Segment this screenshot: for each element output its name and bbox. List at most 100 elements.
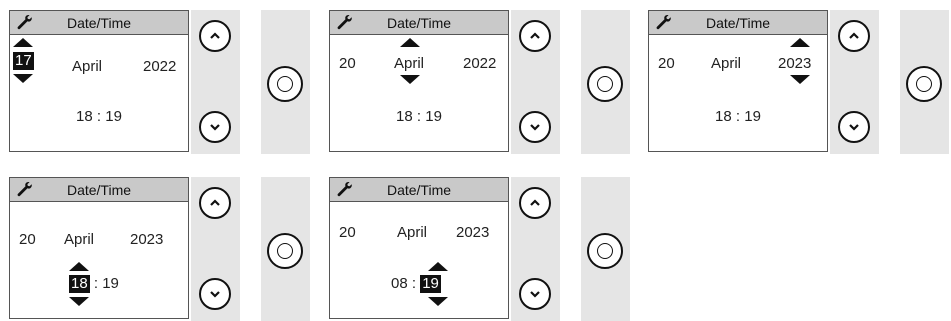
chevron-up-icon xyxy=(530,32,540,39)
ok-button[interactable] xyxy=(267,66,303,102)
time-separator: : xyxy=(96,108,102,125)
time-display: 18 : 19 xyxy=(69,275,119,293)
hour-down-indicator xyxy=(69,297,89,306)
time-separator: : xyxy=(93,275,99,292)
screen-title: Date/Time xyxy=(386,15,452,31)
year-value: 2022 xyxy=(143,58,177,75)
month-value: April xyxy=(64,231,95,248)
datetime-step-1: Date/Time 17 April 2022 18 : 19 xyxy=(9,10,310,154)
screen-title: Date/Time xyxy=(705,15,771,31)
selected-hour: 18 xyxy=(69,275,90,293)
display-screen: Date/Time 17 April 2022 18 : 19 xyxy=(9,10,189,152)
ok-panel xyxy=(261,10,310,154)
minute-value: 19 xyxy=(425,108,442,125)
title-bar: Date/Time xyxy=(10,11,188,35)
year-up-indicator xyxy=(790,38,810,47)
down-button[interactable] xyxy=(199,111,231,143)
time-separator: : xyxy=(735,108,741,125)
datetime-step-3: Date/Time 20 April 2023 18 : 19 xyxy=(648,10,949,154)
chevron-down-icon xyxy=(849,124,859,131)
month-value: April xyxy=(394,55,425,72)
ok-button[interactable] xyxy=(587,66,623,102)
ok-circle-icon xyxy=(277,243,293,259)
minute-value: 19 xyxy=(744,108,761,125)
navigation-panel xyxy=(830,10,879,154)
chevron-down-icon xyxy=(530,124,540,131)
month-value: April xyxy=(397,224,428,241)
ok-panel xyxy=(261,177,310,321)
minute-value: 19 xyxy=(102,275,119,292)
time-display: 18 : 19 xyxy=(10,108,188,125)
up-button[interactable] xyxy=(519,187,551,219)
time-separator: : xyxy=(411,275,417,292)
ok-circle-icon xyxy=(277,76,293,92)
display-screen: Date/Time 20 April 2022 18 : 19 xyxy=(329,10,509,152)
ok-button[interactable] xyxy=(267,233,303,269)
down-button[interactable] xyxy=(519,278,551,310)
time-display: 18 : 19 xyxy=(649,108,827,125)
year-value: 2023 xyxy=(130,231,164,248)
display-screen: Date/Time 20 April 2023 18 : 19 xyxy=(9,177,189,319)
year-value: 2023 xyxy=(778,55,812,72)
year-down-indicator xyxy=(790,75,810,84)
down-button[interactable] xyxy=(519,111,551,143)
chevron-up-icon xyxy=(210,199,220,206)
day-value: 20 xyxy=(339,55,356,72)
time-display: 08 : 19 xyxy=(391,275,441,293)
year-value: 2022 xyxy=(463,55,497,72)
navigation-panel xyxy=(191,10,240,154)
day-value: 20 xyxy=(658,55,675,72)
month-value: April xyxy=(72,58,103,75)
chevron-up-icon xyxy=(530,199,540,206)
display-screen: Date/Time 20 April 2023 18 : 19 xyxy=(648,10,828,152)
screen-title: Date/Time xyxy=(66,15,132,31)
chevron-down-icon xyxy=(210,291,220,298)
day-up-indicator xyxy=(13,38,33,47)
title-bar: Date/Time xyxy=(330,11,508,35)
datetime-step-4: Date/Time 20 April 2023 18 : 19 xyxy=(9,177,310,321)
hour-value: 08 xyxy=(391,275,408,292)
ok-panel xyxy=(581,10,630,154)
day-down-indicator xyxy=(13,74,33,83)
chevron-up-icon xyxy=(210,32,220,39)
hour-value: 18 xyxy=(715,108,732,125)
down-button[interactable] xyxy=(838,111,870,143)
down-button[interactable] xyxy=(199,278,231,310)
navigation-panel xyxy=(191,177,240,321)
title-bar: Date/Time xyxy=(330,178,508,202)
datetime-step-2: Date/Time 20 April 2022 18 : 19 xyxy=(329,10,630,154)
screen-title: Date/Time xyxy=(66,182,132,198)
title-bar: Date/Time xyxy=(649,11,827,35)
chevron-down-icon xyxy=(530,291,540,298)
minute-up-indicator xyxy=(428,262,448,271)
minute-down-indicator xyxy=(428,297,448,306)
day-value: 20 xyxy=(19,231,36,248)
ok-circle-icon xyxy=(597,76,613,92)
up-button[interactable] xyxy=(199,20,231,52)
day-value: 20 xyxy=(339,224,356,241)
display-screen: Date/Time 20 April 2023 08 : 19 xyxy=(329,177,509,319)
screen-title: Date/Time xyxy=(386,182,452,198)
hour-up-indicator xyxy=(69,262,89,271)
title-bar: Date/Time xyxy=(10,178,188,202)
ok-circle-icon xyxy=(916,76,932,92)
up-button[interactable] xyxy=(199,187,231,219)
month-up-indicator xyxy=(400,38,420,47)
ok-button[interactable] xyxy=(587,233,623,269)
ok-panel xyxy=(900,10,949,154)
ok-circle-icon xyxy=(597,243,613,259)
ok-panel xyxy=(581,177,630,321)
month-value: April xyxy=(711,55,742,72)
hour-value: 18 xyxy=(396,108,413,125)
day-value: 17 xyxy=(13,52,34,70)
ok-button[interactable] xyxy=(906,66,942,102)
chevron-up-icon xyxy=(849,32,859,39)
chevron-down-icon xyxy=(210,124,220,131)
time-separator: : xyxy=(416,108,422,125)
up-button[interactable] xyxy=(838,20,870,52)
hour-value: 18 xyxy=(76,108,93,125)
selected-day: 17 xyxy=(13,52,34,70)
minute-value: 19 xyxy=(105,108,122,125)
up-button[interactable] xyxy=(519,20,551,52)
navigation-panel xyxy=(511,177,560,321)
